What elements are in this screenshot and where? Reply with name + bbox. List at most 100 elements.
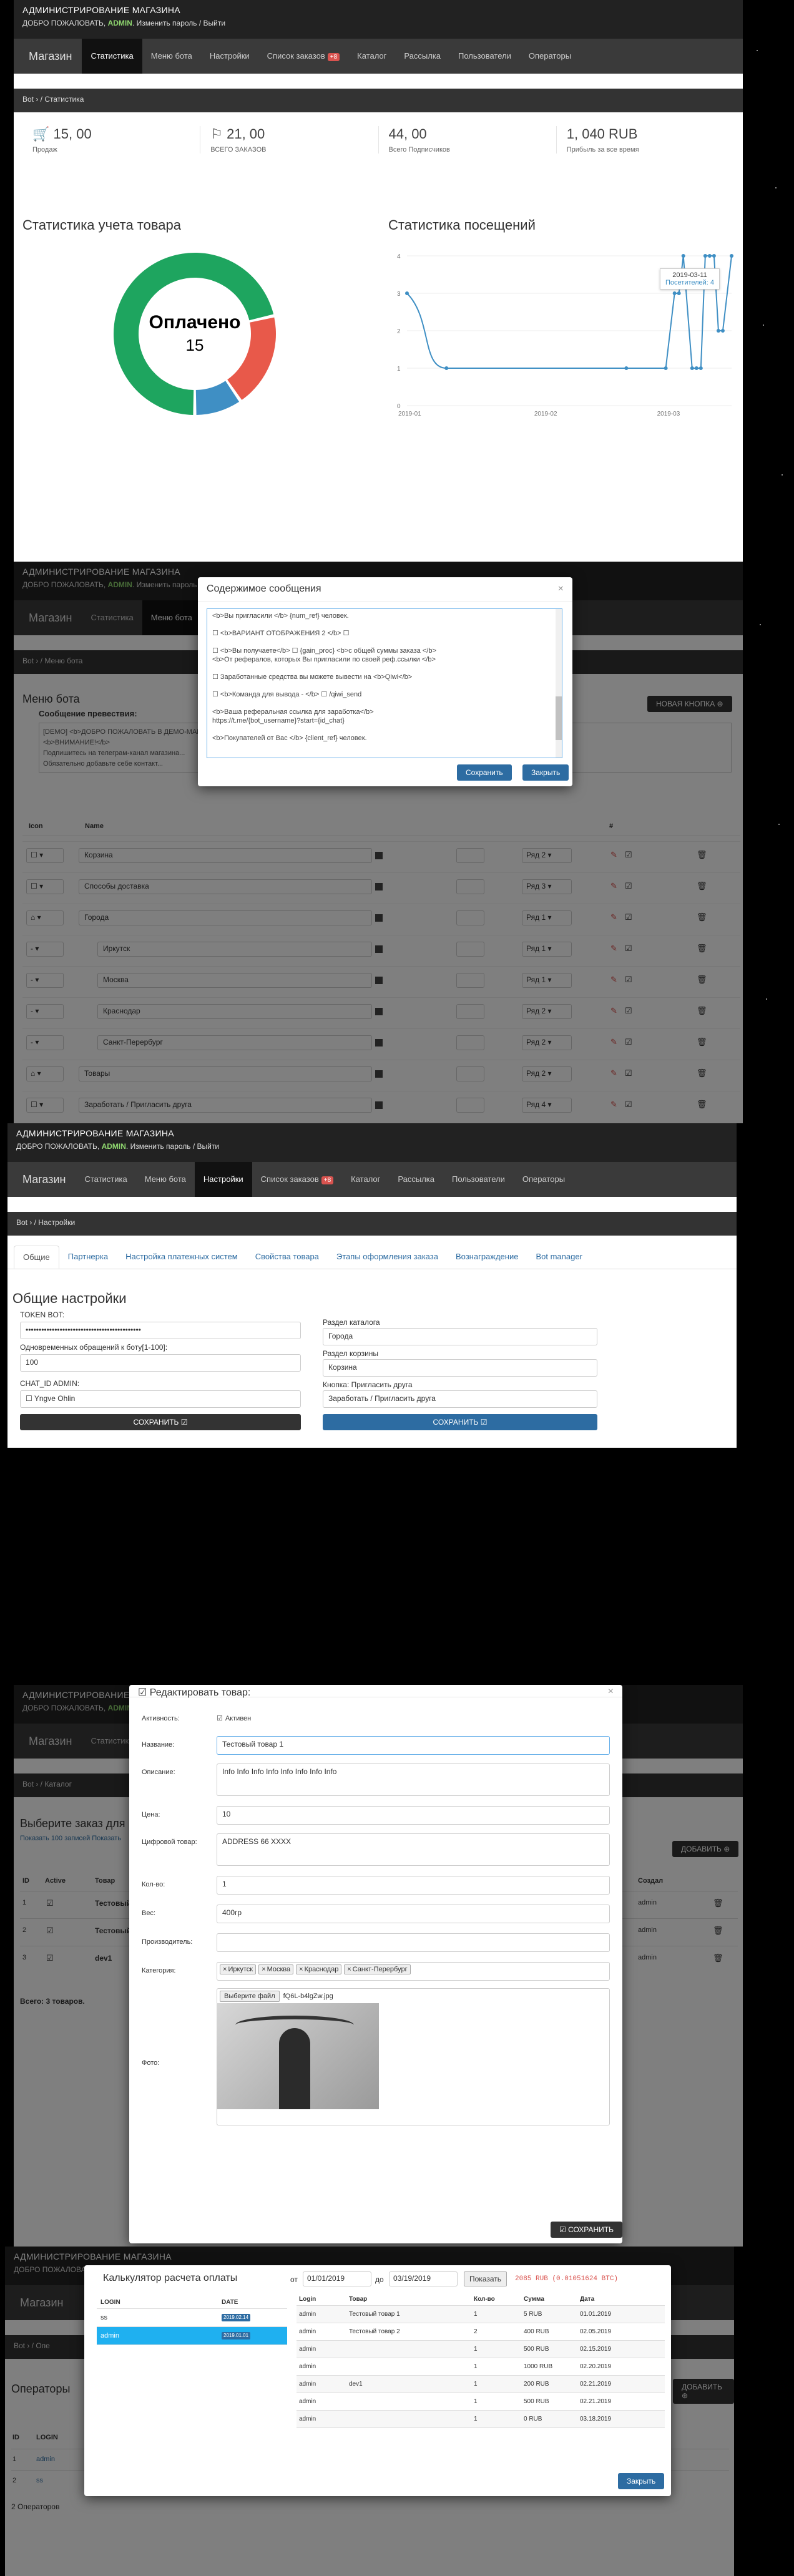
nav-item-catalog[interactable]: Каталог: [342, 1162, 389, 1197]
nav-item-users[interactable]: Пользователи: [443, 1162, 514, 1197]
data-point: [720, 329, 725, 333]
catalog-window: АДМИНИСТРИРОВАНИЕ МАГАЗИНА ДОБРО ПОЖАЛОВ…: [14, 1685, 743, 2247]
category-name: Москва: [267, 1966, 291, 1973]
invite-select[interactable]: Заработать / Пригласить друга: [323, 1390, 597, 1408]
data-point: [405, 291, 409, 295]
decor-stars: [744, 562, 794, 1123]
nav-item-menu[interactable]: Меню бота: [142, 39, 201, 74]
close-button[interactable]: Закрыть: [522, 764, 569, 781]
digital-input[interactable]: ADDRESS 66 XXXX: [217, 1833, 610, 1866]
scrollbar[interactable]: [556, 609, 562, 758]
from-date-input[interactable]: 01/01/2019: [303, 2271, 371, 2286]
remove-icon[interactable]: ×: [299, 1966, 303, 1973]
category-tag[interactable]: × Краснодар: [296, 1964, 342, 1974]
stat-subscribers: 44, 00 Всего Подписчиков: [379, 126, 557, 154]
y-tick-label: 2: [397, 328, 401, 335]
token-input[interactable]: ••••••••••••••••••••••••••••••••••••••••…: [20, 1322, 301, 1339]
close-button[interactable]: Закрыть: [618, 2473, 665, 2489]
desc-input[interactable]: Info Info Info Info Info Info Info Info: [217, 1764, 610, 1796]
account-links[interactable]: Изменить пароль / Выйти: [130, 1142, 220, 1151]
save-button[interactable]: СОХРАНИТЬ ☑: [20, 1414, 301, 1430]
save-button[interactable]: Сохранить: [457, 764, 512, 781]
nav-item-operators[interactable]: Операторы: [520, 39, 580, 74]
tab-order-steps[interactable]: Этапы оформления заказа: [328, 1246, 447, 1269]
qty-input[interactable]: 1: [217, 1876, 610, 1895]
price-input[interactable]: 10: [217, 1806, 610, 1825]
remove-icon[interactable]: ×: [347, 1966, 351, 1973]
payment-row: admin dev1 1 200 RUB 02.21.2019: [297, 2376, 665, 2393]
nav-item-stats[interactable]: Статистика: [82, 39, 142, 74]
modal-line: [212, 681, 557, 690]
nav-item-mailing[interactable]: Рассылка: [389, 1162, 443, 1197]
name-input[interactable]: Тестовый товар 1: [217, 1736, 610, 1755]
calc-modal: Калькулятор расчета оплаты от 01/01/2019…: [84, 2265, 671, 2496]
cell-qty: 2: [474, 2328, 478, 2335]
col-login: LOGIN: [100, 2299, 120, 2306]
product-photo: [217, 2003, 379, 2109]
scrollbar-thumb[interactable]: [556, 696, 562, 740]
chat-select[interactable]: ☐ Yngve Ohlin: [20, 1390, 301, 1408]
nav-item-mailing[interactable]: Рассылка: [395, 39, 449, 74]
category-tag[interactable]: × Москва: [258, 1964, 294, 1974]
login-row[interactable]: admin 2019.01.01: [97, 2327, 287, 2345]
cell-item: Тестовый товар 1: [349, 2311, 400, 2318]
cell-qty: 1: [474, 2346, 478, 2353]
cell-date: 02.15.2019: [580, 2346, 612, 2353]
login-row[interactable]: ss 2019.02.14: [97, 2309, 287, 2327]
category-input[interactable]: × Иркутск × Москва × Краснодар × Санкт-Перербур…: [217, 1962, 610, 1981]
remove-icon[interactable]: ×: [262, 1966, 265, 1973]
payment-row: admin Тестовый товар 1 1 5 RUB 01.01.2019: [297, 2306, 665, 2323]
cell-qty: 1: [474, 2416, 478, 2422]
main-nav: Магазин Статистика Меню бота Настройки С…: [14, 39, 743, 74]
maker-input[interactable]: [217, 1933, 610, 1952]
nav-item-settings[interactable]: Настройки: [194, 1162, 252, 1197]
account-links[interactable]: Изменить пароль / Выйти: [137, 19, 226, 27]
category-tag[interactable]: × Иркутск: [220, 1964, 257, 1974]
data-point: [707, 254, 712, 258]
cell-date: 02.21.2019: [580, 2381, 612, 2388]
stats-row: 🛒 15, 00 Продаж ⚐ 21, 00 ВСЕГО ЗАКАЗОВ 4…: [14, 112, 743, 154]
nav-brand[interactable]: Магазин: [20, 39, 82, 74]
modal-line: https://t.me/{bot_username}?start={id_ch…: [212, 717, 345, 724]
file-button[interactable]: Выберите файл: [220, 1991, 280, 2002]
cart-select[interactable]: Корзина: [323, 1359, 597, 1377]
modal-line: <b>От рефералов, которых Вы пригласили п…: [212, 656, 436, 663]
modal-textarea[interactable]: <b>Вы пригласили </b> {num_ref} человек.…: [207, 608, 562, 758]
nav-item-users[interactable]: Пользователи: [449, 39, 520, 74]
cell-date: 01.01.2019: [580, 2311, 612, 2318]
nav-item-stats[interactable]: Статистика: [76, 1162, 135, 1197]
cell-date: 03.18.2019: [580, 2416, 612, 2422]
close-icon[interactable]: ×: [558, 583, 564, 595]
save-button[interactable]: ☑ СОХРАНИТЬ: [551, 2222, 622, 2238]
modal-line: <b>Покупателей от Вас </b> {client_ref} …: [212, 734, 367, 742]
stat-label: Всего Подписчиков: [388, 146, 450, 154]
tab-partner[interactable]: Партнерка: [59, 1246, 117, 1269]
catalog-select[interactable]: Города: [323, 1328, 597, 1345]
remove-icon[interactable]: ×: [223, 1966, 227, 1973]
nav-item-orders[interactable]: Список заказов +8: [258, 39, 348, 74]
weight-input[interactable]: 400гр: [217, 1905, 610, 1923]
payment-row: admin Тестовый товар 2 2 400 RUB 02.05.2019: [297, 2323, 665, 2341]
nav-item-orders[interactable]: Список заказов +8: [252, 1162, 342, 1197]
nav-item-catalog[interactable]: Каталог: [348, 39, 395, 74]
tab-bot-manager[interactable]: Bot manager: [527, 1246, 591, 1269]
nav-item-settings[interactable]: Настройки: [201, 39, 258, 74]
stat-orders: ⚐ 21, 00 ВСЕГО ЗАКАЗОВ: [200, 126, 379, 154]
tab-payments[interactable]: Настройка платежных систем: [117, 1246, 247, 1269]
tab-product-props[interactable]: Свойства товара: [247, 1246, 328, 1269]
save-button-2[interactable]: СОХРАНИТЬ ☑: [323, 1414, 597, 1430]
limit-input[interactable]: 100: [20, 1354, 301, 1372]
active-checkbox[interactable]: ☑ Активен: [217, 1714, 251, 1722]
nav-brand[interactable]: Магазин: [14, 1162, 76, 1197]
tab-reward[interactable]: Вознаграждение: [447, 1246, 527, 1269]
to-date-input[interactable]: 03/19/2019: [389, 2271, 458, 2286]
row-date: 2019.01.01: [222, 2332, 251, 2339]
category-tag[interactable]: × Санкт-Перербург: [344, 1964, 411, 1974]
edit-product-modal: ☑ Редактировать товар: × Активность: Назв…: [129, 1685, 622, 2243]
user-name: ADMIN: [107, 19, 132, 27]
nav-item-menu[interactable]: Меню бота: [136, 1162, 195, 1197]
nav-item-operators[interactable]: Операторы: [514, 1162, 574, 1197]
tab-general[interactable]: Общие: [14, 1246, 59, 1269]
close-icon[interactable]: ×: [608, 1686, 614, 1697]
show-button[interactable]: Показать: [464, 2271, 507, 2286]
